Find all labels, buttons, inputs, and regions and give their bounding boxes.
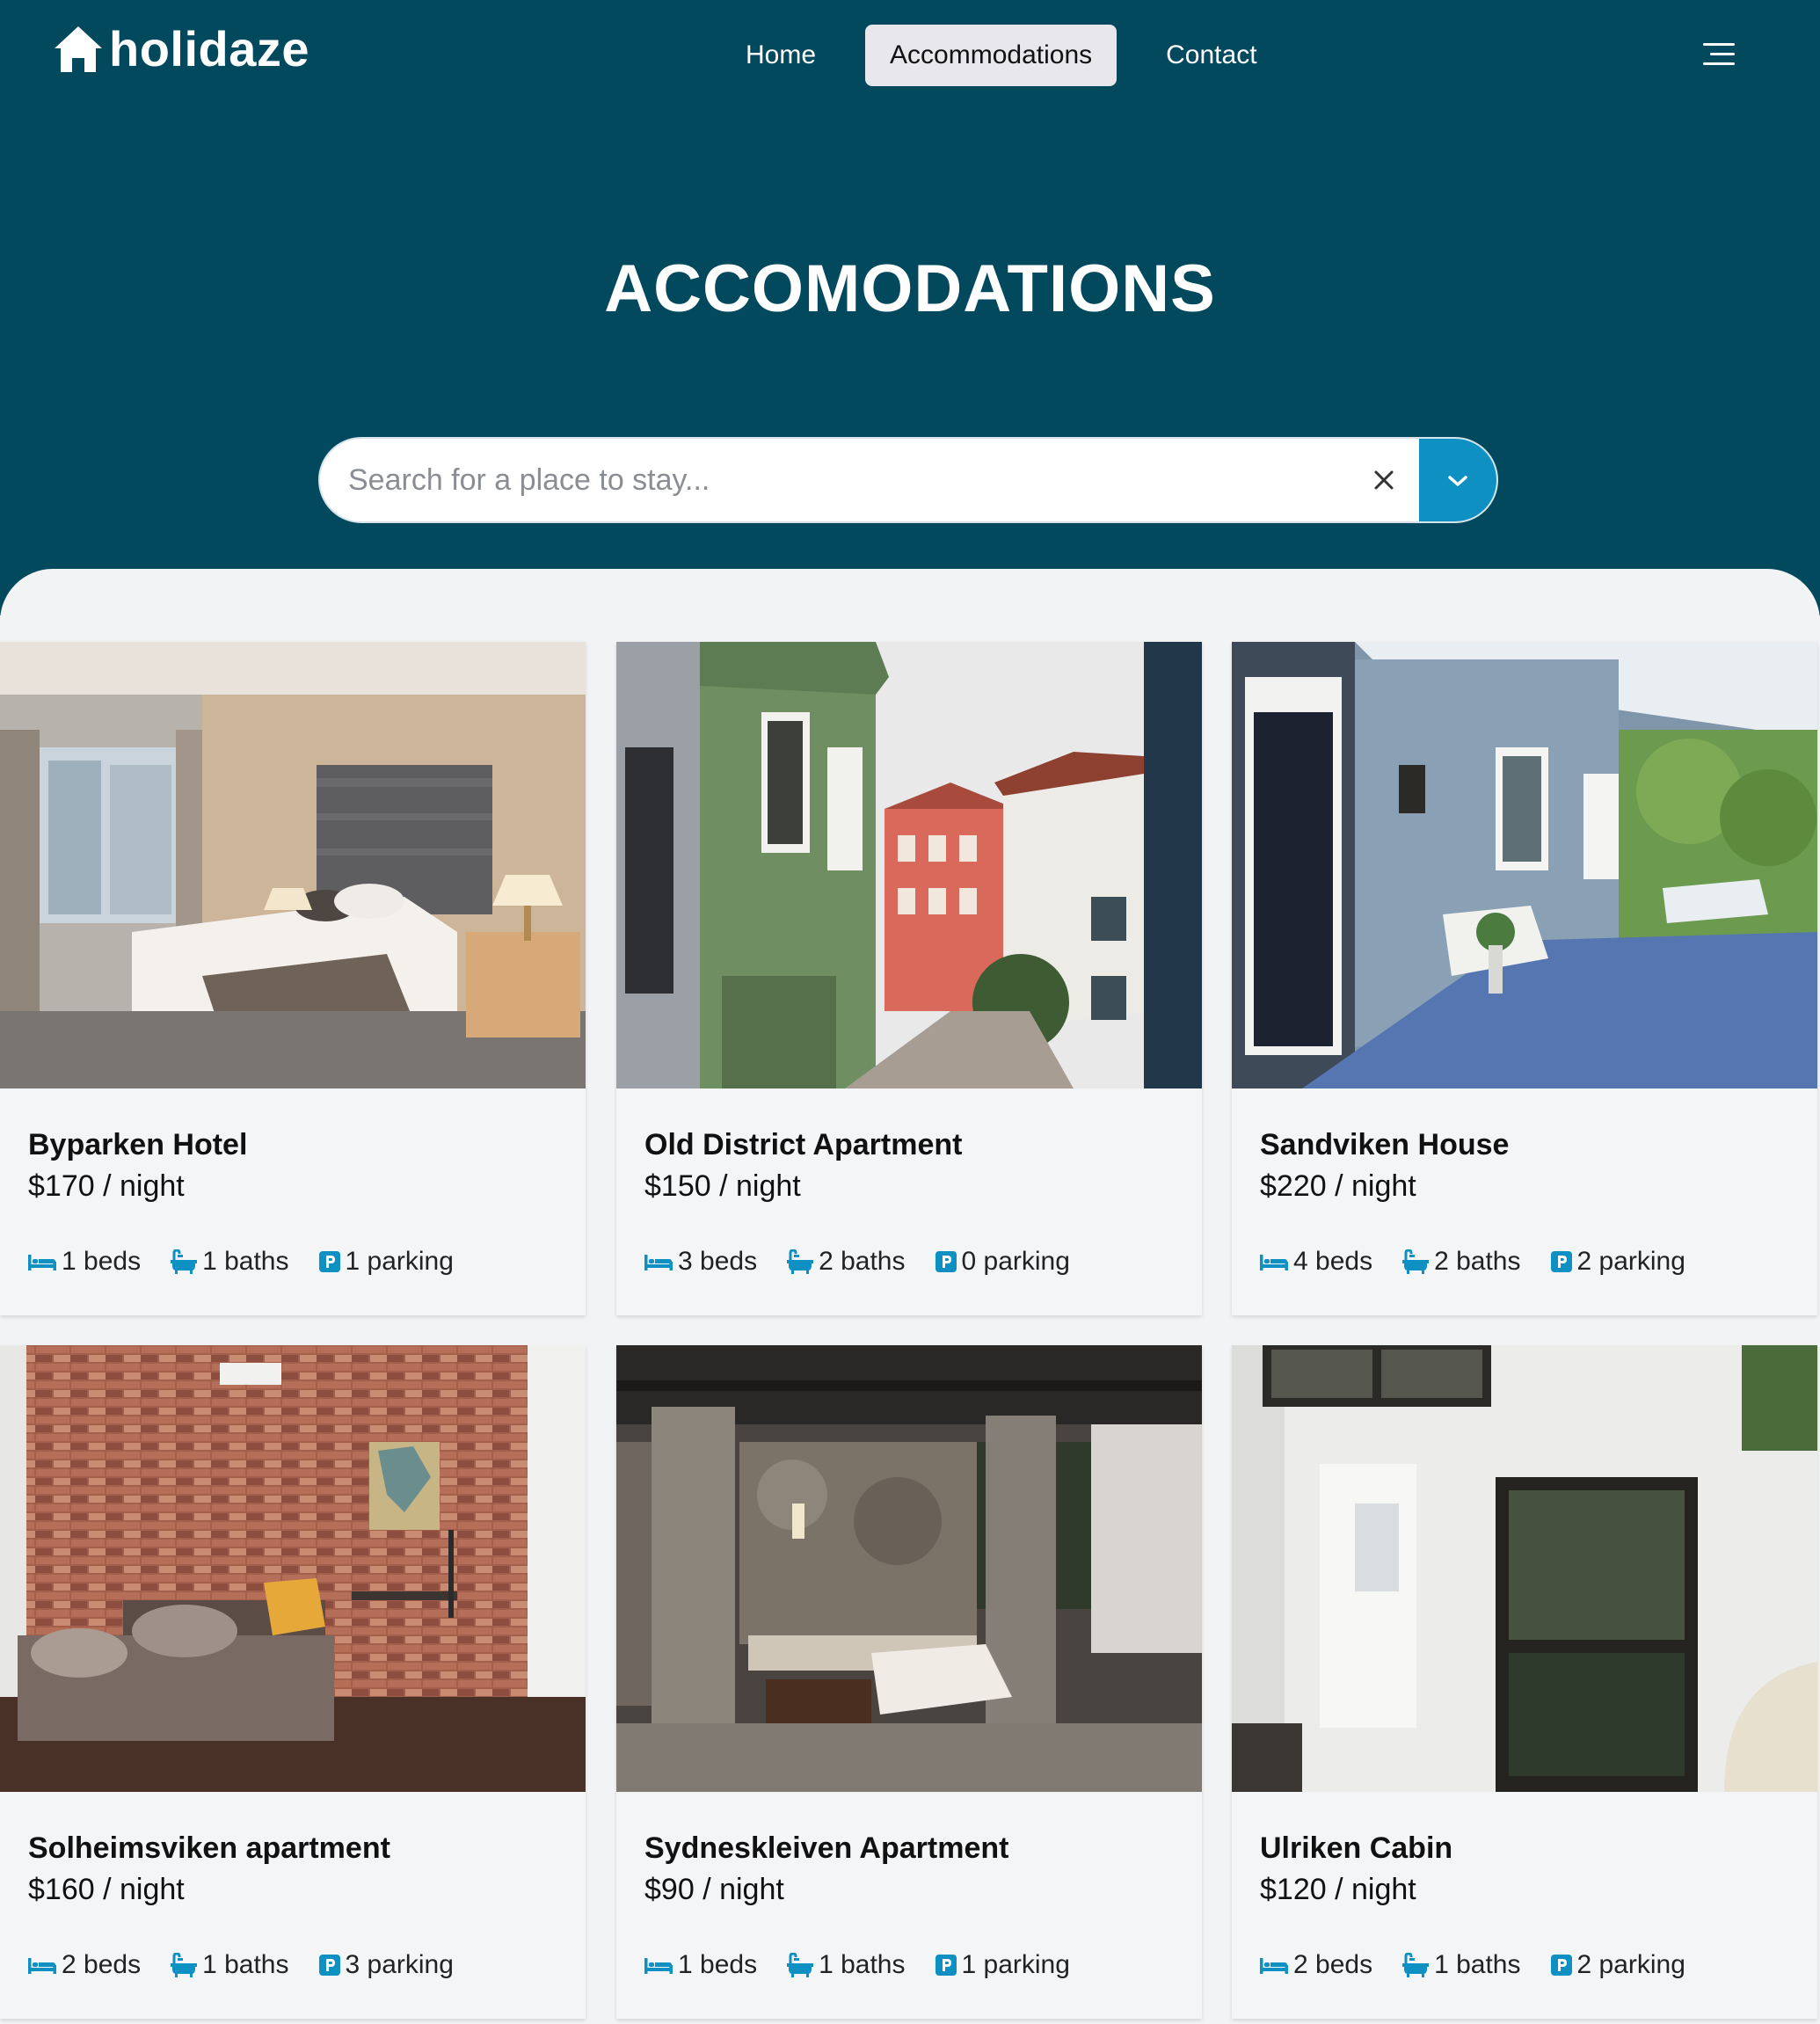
parking-icon xyxy=(935,1955,957,1976)
nav-link-home[interactable]: Home xyxy=(721,25,841,86)
baths-feature: 1 baths xyxy=(787,1950,906,1980)
bathtub-icon xyxy=(171,1953,197,1977)
chevron-down-icon xyxy=(1448,476,1467,486)
search-bar xyxy=(318,437,1498,523)
house-icon xyxy=(55,26,102,72)
listing-features: 1 beds 1 baths 1 parking xyxy=(644,1950,1070,1980)
bathtub-icon xyxy=(171,1249,197,1274)
parking-icon xyxy=(935,1251,957,1272)
nav-links: Home Accommodations Contact xyxy=(721,25,1282,86)
listing-title: Sydneskleiven Apartment xyxy=(644,1831,1009,1865)
parking-icon xyxy=(319,1955,340,1976)
listing-card[interactable]: Solheimsviken apartment $160 / night 2 b… xyxy=(0,1345,586,2019)
listing-card[interactable]: Sandviken House $220 / night 4 beds 2 ba… xyxy=(1232,642,1817,1315)
hotel-bedroom-photo xyxy=(0,642,586,1088)
bathtub-icon xyxy=(1402,1249,1429,1274)
parking-feature: 0 parking xyxy=(935,1247,1070,1277)
baths-feature: 2 baths xyxy=(1402,1247,1521,1277)
beds-feature: 4 beds xyxy=(1260,1247,1372,1277)
search-input[interactable] xyxy=(348,439,1359,521)
parking-icon xyxy=(1551,1251,1572,1272)
baths-feature: 1 baths xyxy=(171,1950,289,1980)
bed-icon xyxy=(1260,1956,1288,1974)
top-navigation: holidaze Home Accommodations Contact xyxy=(0,0,1820,110)
page-title: ACCOMODATIONS xyxy=(604,251,1216,326)
beds-feature: 1 beds xyxy=(644,1950,757,1980)
listing-title: Sandviken House xyxy=(1260,1128,1510,1161)
listing-price: $170 / night xyxy=(28,1169,185,1203)
listing-features: 4 beds 2 baths 2 parking xyxy=(1260,1247,1685,1277)
brand-name: holidaze xyxy=(109,21,310,76)
parking-feature: 1 parking xyxy=(319,1247,454,1277)
page-header: holidaze Home Accommodations Contact ACC… xyxy=(0,0,1820,615)
white-cabin-photo xyxy=(1232,1345,1817,1792)
beds-feature: 2 beds xyxy=(1260,1950,1372,1980)
bed-icon xyxy=(28,1253,56,1270)
listing-card[interactable]: Byparken Hotel $170 / night 1 beds 1 bat… xyxy=(0,642,586,1315)
nav-link-accommodations[interactable]: Accommodations xyxy=(865,25,1117,86)
search-dropdown-button[interactable] xyxy=(1419,439,1496,521)
listing-features: 2 beds 1 baths 3 parking xyxy=(28,1950,454,1980)
baths-feature: 1 baths xyxy=(171,1247,289,1277)
parking-icon xyxy=(1551,1955,1572,1976)
listing-price: $160 / night xyxy=(28,1873,185,1906)
old-town-street-photo xyxy=(616,642,1202,1088)
beds-feature: 2 beds xyxy=(28,1950,141,1980)
nav-link-contact[interactable]: Contact xyxy=(1141,25,1281,86)
loft-bedroom-photo xyxy=(616,1345,1202,1792)
parking-feature: 2 parking xyxy=(1551,1247,1685,1277)
hamburger-menu-icon[interactable] xyxy=(1701,40,1736,69)
listing-card[interactable]: Old District Apartment $150 / night 3 be… xyxy=(616,642,1202,1315)
bathtub-icon xyxy=(787,1953,813,1977)
listing-title: Ulriken Cabin xyxy=(1260,1831,1453,1865)
parking-feature: 2 parking xyxy=(1551,1950,1685,1980)
brick-wall-living-room-photo xyxy=(0,1345,586,1792)
listing-price: $120 / night xyxy=(1260,1873,1416,1906)
bathtub-icon xyxy=(1402,1953,1429,1977)
listing-price: $90 / night xyxy=(644,1873,784,1906)
listing-card[interactable]: Sydneskleiven Apartment $90 / night 1 be… xyxy=(616,1345,1202,2019)
parking-icon xyxy=(319,1251,340,1272)
baths-feature: 2 baths xyxy=(787,1247,906,1277)
listing-features: 1 beds 1 baths 1 parking xyxy=(28,1247,454,1277)
listing-features: 3 beds 2 baths 0 parking xyxy=(644,1247,1070,1277)
listing-title: Solheimsviken apartment xyxy=(28,1831,390,1865)
beds-feature: 3 beds xyxy=(644,1247,757,1277)
parking-feature: 3 parking xyxy=(319,1950,454,1980)
listing-card[interactable]: Ulriken Cabin $120 / night 2 beds 1 bath… xyxy=(1232,1345,1817,2019)
brand-logo[interactable]: holidaze xyxy=(53,25,309,74)
listing-price: $150 / night xyxy=(644,1169,801,1203)
beds-feature: 1 beds xyxy=(28,1247,141,1277)
listing-price: $220 / night xyxy=(1260,1169,1416,1203)
listing-title: Byparken Hotel xyxy=(28,1128,248,1161)
bed-icon xyxy=(28,1956,56,1974)
bed-icon xyxy=(644,1956,673,1974)
parking-feature: 1 parking xyxy=(935,1950,1070,1980)
bed-icon xyxy=(644,1253,673,1270)
bathtub-icon xyxy=(787,1249,813,1274)
listing-features: 2 beds 1 baths 2 parking xyxy=(1260,1950,1685,1980)
bed-icon xyxy=(1260,1253,1288,1270)
close-icon[interactable] xyxy=(1366,462,1401,498)
baths-feature: 1 baths xyxy=(1402,1950,1521,1980)
listing-title: Old District Apartment xyxy=(644,1128,963,1161)
blue-porch-house-photo xyxy=(1232,642,1817,1088)
